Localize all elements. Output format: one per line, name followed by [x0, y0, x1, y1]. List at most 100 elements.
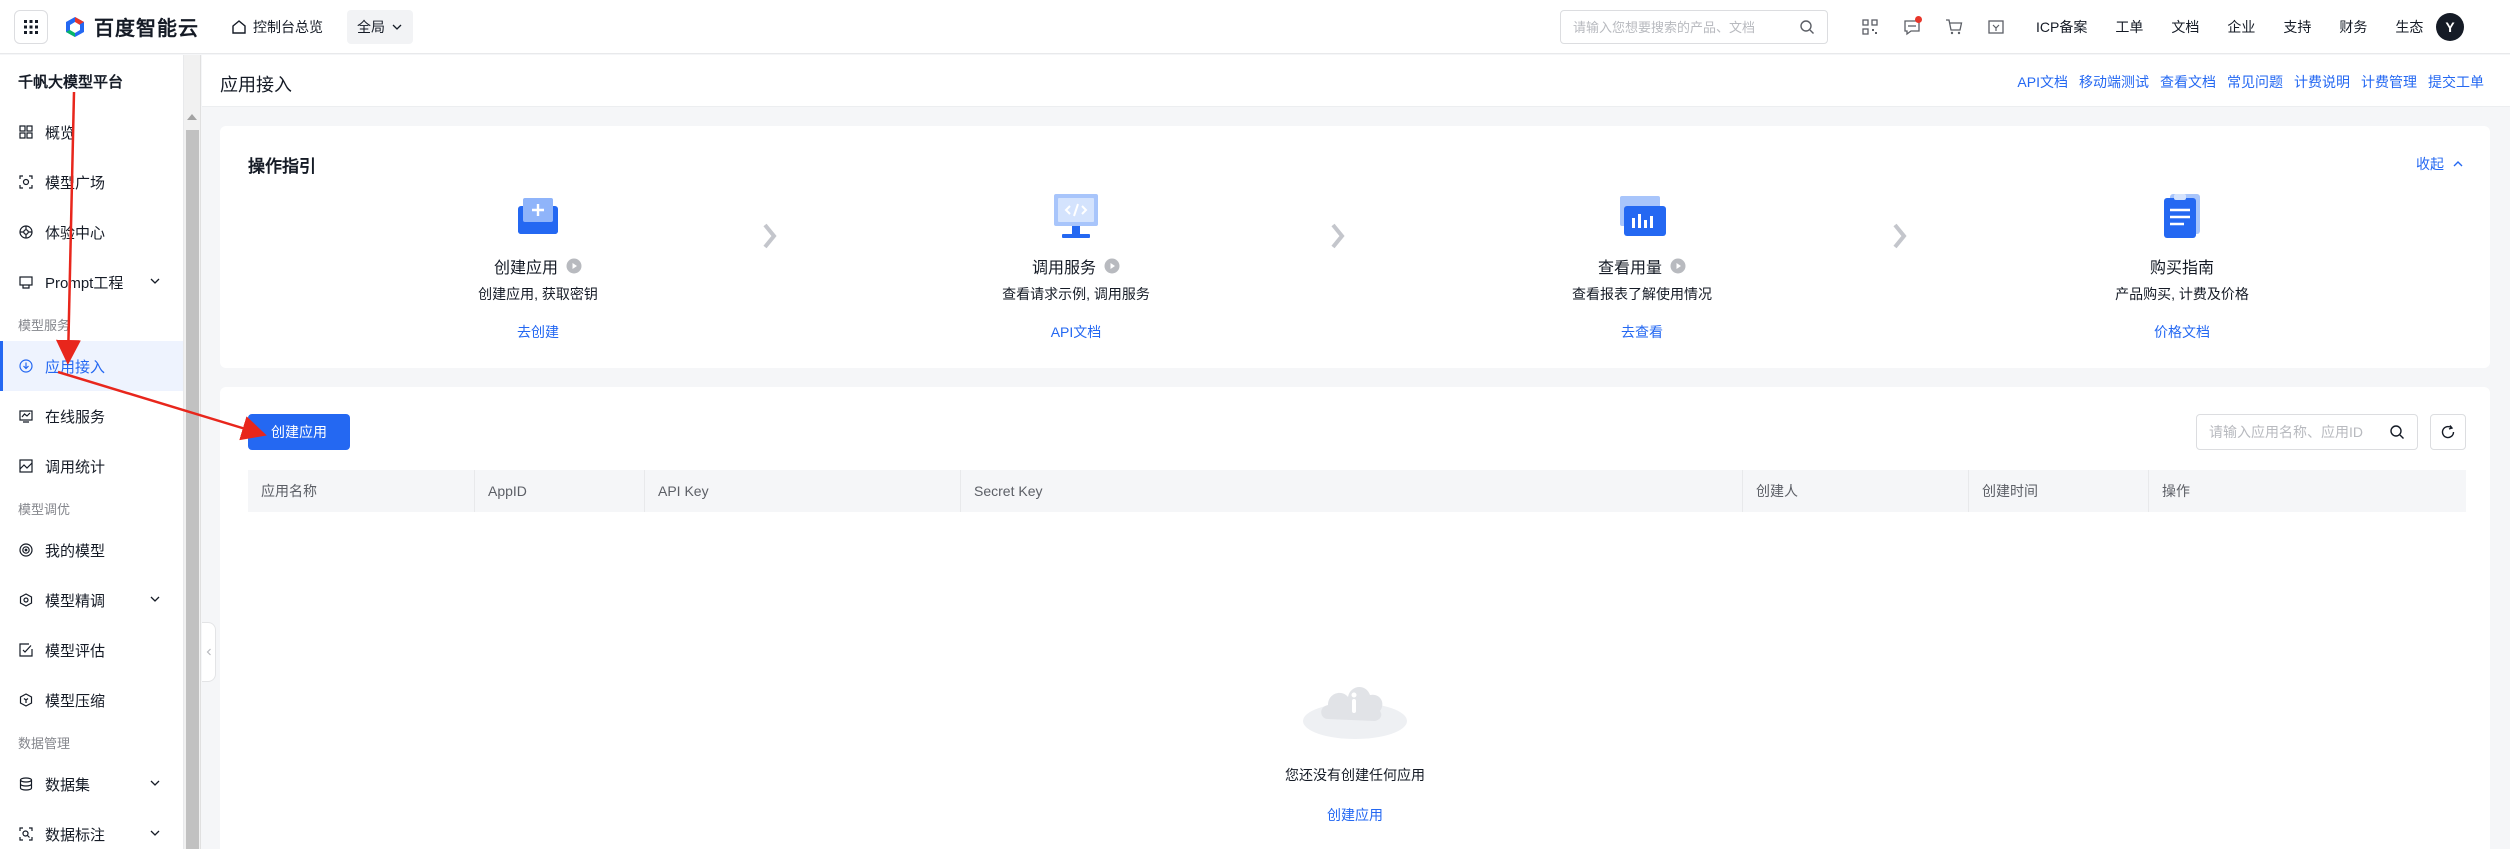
app-table-header: 应用名称 AppID API Key Secret Key 创建人 创建时间 操…: [248, 470, 2466, 512]
chevron-down-icon[interactable]: [149, 275, 161, 287]
console-overview-link[interactable]: 控制台总览: [231, 17, 323, 37]
global-search-input[interactable]: [1573, 19, 1799, 35]
sidebar-item-overview[interactable]: 概览: [0, 107, 183, 157]
baidu-cloud-logo-icon: [66, 16, 84, 37]
sidebar-item-evaluate[interactable]: 模型评估: [0, 625, 183, 675]
step-arrow-icon: [763, 223, 777, 249]
chevron-down-icon[interactable]: [149, 777, 161, 789]
link-api-docs[interactable]: API文档: [2017, 72, 2068, 92]
link-view-docs[interactable]: 查看文档: [2160, 72, 2216, 92]
sidebar-item-prompt[interactable]: Prompt工程: [0, 257, 183, 307]
sidebar-item-app-access[interactable]: 应用接入: [0, 341, 183, 391]
nav-finance[interactable]: 财务: [2339, 17, 2367, 37]
sidebar-group-data-management: 数据管理: [18, 735, 71, 751]
search-icon[interactable]: [1799, 19, 1815, 35]
step-description: 查看请求示例, 调用服务: [1002, 286, 1150, 302]
sidebar-item-label: 概览: [45, 124, 76, 142]
sidebar-item-online-service[interactable]: 在线服务: [0, 391, 183, 441]
app-access-icon: [18, 358, 34, 374]
cart-button[interactable]: [1936, 10, 1972, 44]
billing-icon: [1988, 20, 2004, 34]
sidebar-item-label: 数据集: [45, 776, 91, 794]
guide-title: 操作指引: [248, 157, 316, 176]
link-submit-ticket[interactable]: 提交工单: [2428, 72, 2484, 92]
nav-enterprise[interactable]: 企业: [2227, 17, 2255, 37]
chevron-up-icon: [2453, 161, 2463, 167]
step-link-view[interactable]: 去查看: [1472, 322, 1812, 342]
qr-code-icon: [1862, 19, 1878, 35]
overview-icon: [18, 124, 34, 140]
column-app-name: 应用名称: [261, 483, 317, 499]
user-avatar[interactable]: Y: [2436, 13, 2464, 41]
create-app-illustration-icon: [512, 190, 564, 242]
guide-step-create-app: 创建应用 创建应用, 获取密钥 去创建: [368, 190, 708, 342]
sidebar-item-dataset[interactable]: 数据集: [0, 759, 183, 809]
sidebar-collapse-handle[interactable]: [202, 622, 216, 682]
brand-logo[interactable]: 百度智能云: [64, 12, 199, 41]
billing-button[interactable]: [1978, 10, 2014, 44]
evaluate-icon: [18, 642, 34, 658]
sidebar-item-compress[interactable]: 模型压缩: [0, 675, 183, 725]
step-link-create[interactable]: 去创建: [368, 322, 708, 342]
nav-ticket[interactable]: 工单: [2115, 17, 2143, 37]
region-selector[interactable]: 全局: [347, 9, 413, 44]
cart-icon: [1946, 19, 1963, 35]
column-creator: 创建人: [1742, 470, 1968, 512]
sidebar: 千帆大模型平台 概览 模型广场 体验中心 Prompt工程 模型服务 应用接入: [0, 55, 184, 849]
sidebar-item-label: 在线服务: [45, 408, 106, 426]
sidebar-item-label: 调用统计: [45, 458, 106, 476]
sidebar-item-label: Prompt工程: [45, 274, 124, 292]
app-search-input[interactable]: [2209, 424, 2389, 440]
sidebar-item-call-stats[interactable]: 调用统计: [0, 441, 183, 491]
link-billing-info[interactable]: 计费说明: [2294, 72, 2350, 92]
guide-collapse-label: 收起: [2416, 156, 2444, 172]
empty-create-app-link[interactable]: 创建应用: [1327, 805, 1383, 825]
step-link-price-docs[interactable]: 价格文档: [2012, 322, 2352, 342]
call-service-illustration-icon: [1050, 190, 1102, 242]
compress-icon: [18, 692, 34, 708]
column-app-id: AppID: [474, 470, 644, 512]
link-mobile-test[interactable]: 移动端测试: [2079, 72, 2149, 92]
qr-code-button[interactable]: [1852, 10, 1888, 44]
play-video-icon[interactable]: [566, 258, 582, 274]
play-video-icon[interactable]: [1670, 258, 1686, 274]
top-nav: ICP备案 工单 文档 企业 支持 财务 生态: [2036, 0, 2451, 54]
prompt-icon: [18, 274, 34, 290]
sidebar-item-label: 模型广场: [45, 174, 106, 192]
sidebar-group-model-service: 模型服务: [18, 317, 71, 333]
step-link-api-docs[interactable]: API文档: [906, 322, 1246, 342]
product-menu-button[interactable]: [14, 9, 48, 44]
link-billing-management[interactable]: 计费管理: [2361, 72, 2417, 92]
sidebar-item-finetune[interactable]: 模型精调: [0, 575, 183, 625]
play-video-icon[interactable]: [1104, 258, 1120, 274]
app-list-card: 创建应用 应用名称 AppID API Key Secret Key 创建人 创…: [220, 387, 2490, 849]
guide-collapse-button[interactable]: 收起: [2416, 154, 2464, 174]
sidebar-item-my-model[interactable]: 我的模型: [0, 525, 183, 575]
empty-state: 您还没有创建任何应用 创建应用: [220, 659, 2490, 825]
top-icon-group: [1852, 0, 2020, 54]
model-square-icon: [18, 174, 34, 190]
finetune-icon: [18, 592, 34, 608]
sidebar-item-experience[interactable]: 体验中心: [0, 207, 183, 257]
scroll-up-arrow-icon[interactable]: [187, 114, 197, 120]
create-app-button[interactable]: 创建应用: [248, 414, 350, 450]
step-name: 查看用量: [1597, 260, 1662, 277]
nav-docs[interactable]: 文档: [2171, 17, 2199, 37]
chevron-down-icon[interactable]: [149, 593, 161, 605]
nav-ecosystem[interactable]: 生态: [2395, 17, 2423, 37]
my-model-icon: [18, 542, 34, 558]
step-description: 查看报表了解使用情况: [1572, 286, 1712, 302]
nav-support[interactable]: 支持: [2283, 17, 2311, 37]
guide-step-view-usage: 查看用量 查看报表了解使用情况 去查看: [1472, 190, 1812, 342]
sidebar-scrollbar-thumb[interactable]: [186, 130, 199, 849]
sidebar-item-model-square[interactable]: 模型广场: [0, 157, 183, 207]
chevron-down-icon[interactable]: [149, 827, 161, 839]
refresh-icon: [2441, 425, 2455, 439]
nav-icp[interactable]: ICP备案: [2036, 17, 2087, 37]
message-button[interactable]: [1894, 10, 1930, 44]
sidebar-item-annotation[interactable]: 数据标注: [0, 809, 183, 849]
search-icon[interactable]: [2389, 424, 2405, 440]
column-api-key: API Key: [644, 470, 960, 512]
link-faq[interactable]: 常见问题: [2227, 72, 2283, 92]
refresh-button[interactable]: [2430, 414, 2466, 450]
